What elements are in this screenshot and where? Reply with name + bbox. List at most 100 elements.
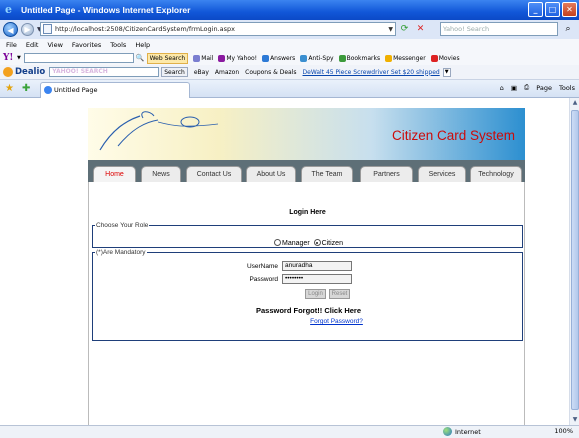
menu-edit[interactable]: Edit: [26, 41, 39, 49]
citizen-label: Citizen: [321, 240, 343, 247]
toolbar-item-messenger[interactable]: Messenger: [385, 54, 426, 62]
window-controls: _ □ ✕: [528, 2, 577, 17]
vertical-scrollbar[interactable]: ▲ ▼: [569, 98, 579, 425]
print-icon[interactable]: ⎙: [524, 83, 529, 92]
mail-icon: [193, 54, 201, 62]
promo-dropdown-icon[interactable]: ▼: [442, 67, 451, 77]
scroll-up-icon[interactable]: ▲: [570, 98, 579, 108]
messenger-icon: [385, 54, 393, 62]
login-title: Login Here: [289, 209, 326, 216]
address-field[interactable]: http://localhost:2508/CitizenCardSystem/…: [40, 22, 396, 36]
role-fieldset: Choose Your Role Manager Citizen: [92, 222, 523, 248]
magnifier-icon[interactable]: 🔍: [136, 54, 145, 62]
internet-explorer-icon: e: [5, 3, 12, 16]
site-nav: Home News Contact Us About Us The Team P…: [88, 160, 525, 182]
tab-bar: ★ ✚ Untitled Page ⌂ ▣ ⎙ Page Tools: [0, 80, 579, 98]
mandatory-legend: (*)Are Mandatory: [96, 249, 146, 256]
my-yahoo-icon: [218, 54, 226, 62]
username-input[interactable]: anuradha: [282, 261, 352, 271]
stop-icon[interactable]: ✕: [414, 23, 427, 36]
feeds-icon[interactable]: ▣: [511, 84, 517, 92]
menu-view[interactable]: View: [47, 41, 62, 49]
anti-spy-icon: [300, 54, 308, 62]
promo-link[interactable]: DeWalt 45 Piece Screwdriver Set $20 ship…: [303, 69, 440, 76]
address-row: ◀ ▶ ▼ http://localhost:2508/CitizenCardS…: [0, 20, 579, 39]
answers-icon: [262, 54, 270, 62]
home-icon[interactable]: ⌂: [500, 84, 504, 92]
tab-untitled-page[interactable]: Untitled Page: [40, 81, 190, 98]
scroll-down-icon[interactable]: ▼: [570, 415, 579, 425]
yahoo-menu-dropdown-icon[interactable]: ▼: [17, 55, 21, 61]
search-icon[interactable]: ⌕: [561, 22, 575, 36]
login-area: Login Here Choose Your Role Manager Citi…: [88, 182, 525, 425]
add-favorites-icon[interactable]: ✚: [22, 83, 34, 94]
role-options: Manager Citizen: [93, 239, 524, 247]
close-button[interactable]: ✕: [562, 2, 577, 17]
toolbar-item-anti-spy[interactable]: Anti-Spy: [300, 54, 334, 62]
nav-tab-about-us[interactable]: About Us: [246, 166, 296, 182]
nav-tab-the-team[interactable]: The Team: [301, 166, 353, 182]
site-banner: Citizen Card System: [88, 108, 525, 160]
citizen-card-page: Citizen Card System Home News Contact Us…: [88, 108, 525, 425]
forward-button[interactable]: ▶: [21, 23, 34, 36]
scrollbar-thumb[interactable]: [571, 110, 579, 410]
toolbar-item-ebay[interactable]: eBay: [194, 69, 209, 76]
nav-tab-contact-us[interactable]: Contact Us: [186, 166, 242, 182]
nav-tab-home[interactable]: Home: [93, 166, 136, 182]
back-button[interactable]: ◀: [3, 22, 18, 37]
nav-tab-technology[interactable]: Technology: [470, 166, 522, 182]
status-bar: Internet 100%: [0, 425, 579, 438]
dealio-logo-icon: [3, 67, 13, 77]
web-search-button[interactable]: Web Search: [146, 52, 189, 64]
nav-tab-partners[interactable]: Partners: [360, 166, 413, 182]
menu-favorites[interactable]: Favorites: [72, 41, 101, 49]
toolbar-item-coupons[interactable]: Coupons & Deals: [245, 69, 296, 76]
manager-radio[interactable]: [274, 239, 282, 246]
yahoo-search-input[interactable]: [23, 53, 134, 63]
password-input[interactable]: ••••••••: [282, 274, 352, 284]
nav-tab-news[interactable]: News: [141, 166, 181, 182]
tab-title: Untitled Page: [54, 86, 98, 94]
menu-file[interactable]: File: [6, 41, 17, 49]
dealio-logo[interactable]: Dealio: [3, 67, 45, 77]
security-zone: Internet: [443, 427, 481, 436]
page-menu[interactable]: Page: [536, 84, 552, 92]
search-input[interactable]: Yahoo! Search: [440, 22, 558, 36]
manager-label: Manager: [282, 240, 310, 247]
toolbar-item-answers[interactable]: Answers: [262, 54, 295, 62]
toolbar-item-movies[interactable]: Movies: [430, 54, 460, 62]
maximize-button[interactable]: □: [545, 2, 560, 17]
favorites-star-icon[interactable]: ★: [5, 83, 17, 94]
nav-tab-services[interactable]: Services: [418, 166, 466, 182]
login-button[interactable]: Login: [305, 289, 326, 299]
forgot-password-link[interactable]: Forgot Password?: [93, 318, 524, 325]
toolbar-item-amazon[interactable]: Amazon: [215, 69, 239, 76]
menu-help[interactable]: Help: [135, 41, 150, 49]
forgot-password-title: Password Forgot!! Click Here: [255, 306, 362, 315]
tools-menu[interactable]: Tools: [559, 84, 575, 92]
zone-label: Internet: [455, 427, 481, 436]
window-title: Untitled Page - Windows Internet Explore…: [21, 5, 191, 15]
credentials-fieldset: (*)Are Mandatory UserName anuradha Passw…: [92, 249, 523, 341]
globe-icon: [443, 427, 452, 436]
toolbar-item-my-yahoo[interactable]: My Yahoo!: [218, 54, 257, 62]
address-tools: ⟳ ✕: [398, 23, 427, 36]
citizen-radio[interactable]: [313, 239, 321, 246]
reset-button[interactable]: Reset: [329, 289, 350, 299]
address-url[interactable]: http://localhost:2508/CitizenCardSystem/…: [55, 25, 235, 33]
page-content: Citizen Card System Home News Contact Us…: [0, 98, 579, 425]
window-title-bar: e Untitled Page - Windows Internet Explo…: [0, 0, 579, 20]
address-dropdown-icon[interactable]: ▼: [388, 26, 393, 33]
minimize-button[interactable]: _: [528, 2, 543, 17]
refresh-icon[interactable]: ⟳: [398, 23, 411, 36]
toolbar-item-bookmarks[interactable]: Bookmarks: [338, 54, 380, 62]
toolbar-item-mail[interactable]: Mail: [193, 54, 213, 62]
yahoo-logo[interactable]: Y!: [3, 53, 17, 63]
bookmarks-icon: [338, 54, 346, 62]
password-label: Password: [249, 276, 278, 283]
dealio-search-input[interactable]: YAHOO! SEARCH: [49, 67, 160, 77]
zoom-level[interactable]: 100%: [554, 427, 573, 435]
menu-tools[interactable]: Tools: [110, 41, 126, 49]
dealio-search-button[interactable]: Search: [161, 67, 188, 77]
dealio-toolbar: Dealio YAHOO! SEARCH Search eBay Amazon …: [0, 65, 579, 80]
